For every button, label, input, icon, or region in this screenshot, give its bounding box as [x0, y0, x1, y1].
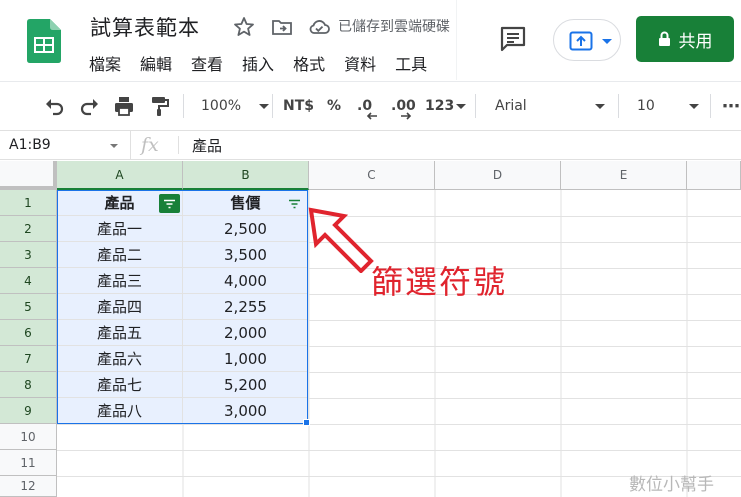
row-header-3[interactable]: 3 — [0, 242, 57, 268]
menu-tools[interactable]: 工具 — [395, 51, 427, 75]
row-header-1[interactable]: 1 — [0, 190, 57, 216]
menu-data[interactable]: 資料 — [344, 51, 376, 75]
row-header-8[interactable]: 8 — [0, 372, 57, 398]
toolbar-divider — [475, 94, 476, 118]
row-header-12[interactable]: 12 — [0, 476, 57, 497]
menu-bar: 檔案 編輯 查看 插入 格式 資料 工具 — [89, 51, 446, 75]
annotation-arrow-icon — [308, 207, 374, 273]
increase-decimal-button[interactable]: .00 — [391, 82, 416, 130]
filter-icon — [164, 199, 175, 208]
chevron-down-icon — [456, 103, 467, 109]
font-select[interactable]: Arial — [495, 82, 605, 130]
undo-icon[interactable] — [43, 95, 65, 117]
font-value: Arial — [495, 98, 527, 114]
row-header-2[interactable]: 2 — [0, 216, 57, 242]
arrow-left-icon — [366, 112, 377, 120]
formula-bar: A1:B9 fx 產品 — [0, 130, 741, 160]
filter-icon — [289, 199, 300, 208]
more-tools-button[interactable]: ⋯ — [722, 82, 740, 130]
toolbar-divider — [272, 94, 273, 118]
menu-format[interactable]: 格式 — [293, 51, 325, 75]
print-icon[interactable] — [113, 95, 135, 117]
lock-icon — [658, 31, 670, 46]
fill-handle[interactable] — [303, 419, 310, 426]
chevron-down-icon — [602, 39, 612, 44]
select-all-corner[interactable] — [0, 161, 57, 190]
spreadsheet-grid: A B C D E 1 2 3 4 5 6 7 8 9 10 11 12 產品 … — [0, 161, 741, 497]
zoom-select[interactable]: 100% — [201, 82, 270, 130]
currency-format-button[interactable]: NT$ — [283, 82, 314, 130]
decrease-decimal-button[interactable]: .0 — [357, 82, 377, 130]
row-header-10[interactable]: 10 — [0, 424, 57, 450]
row-header-9[interactable]: 9 — [0, 398, 57, 424]
move-folder-icon[interactable] — [270, 15, 294, 39]
zoom-value: 100% — [201, 98, 242, 114]
app-header: 試算表範本 已儲存到雲端硬碟 檔案 編輯 查看 插入 格式 資料 工具 共用 — [0, 0, 741, 80]
toolbar: 100% NT$ % .0 .00 123 Arial 10 ⋯ — [0, 81, 741, 130]
column-header-e[interactable]: E — [561, 161, 687, 190]
font-size-select[interactable]: 10 — [637, 82, 699, 130]
menu-edit[interactable]: 編輯 — [140, 51, 172, 75]
more-formats-label: 123 — [425, 98, 455, 114]
save-status: 已儲存到雲端硬碟 — [338, 19, 450, 35]
row-header-7[interactable]: 7 — [0, 346, 57, 372]
column-header-c[interactable]: C — [309, 161, 435, 190]
toolbar-divider — [183, 94, 184, 118]
more-formats-button[interactable]: 123 — [425, 82, 467, 130]
present-button[interactable] — [553, 19, 621, 61]
redo-icon[interactable] — [79, 95, 101, 117]
filter-button-b[interactable] — [284, 194, 305, 213]
present-icon — [569, 31, 593, 51]
toolbar-divider — [618, 94, 619, 118]
chevron-down-icon — [689, 104, 699, 109]
paint-format-icon[interactable] — [149, 95, 171, 117]
share-button[interactable]: 共用 — [636, 16, 734, 62]
chevron-down-icon — [595, 104, 605, 109]
column-header-b[interactable]: B — [183, 161, 309, 190]
fx-icon: fx — [141, 134, 159, 156]
grid-lines — [57, 190, 741, 497]
row-header-11[interactable]: 11 — [0, 450, 57, 476]
chevron-down-icon — [259, 103, 270, 109]
row-header-6[interactable]: 6 — [0, 320, 57, 346]
comment-icon[interactable] — [499, 26, 527, 52]
cloud-saved-icon — [309, 20, 330, 34]
annotation-label: 篩選符號 — [371, 263, 508, 301]
column-header-d[interactable]: D — [435, 161, 561, 190]
row-header-5[interactable]: 5 — [0, 294, 57, 320]
watermark: 數位小幫手 — [629, 475, 714, 495]
share-label: 共用 — [678, 31, 713, 52]
star-icon[interactable] — [232, 15, 256, 39]
column-header-f[interactable] — [687, 161, 741, 190]
header-divider — [456, 0, 457, 80]
menu-file[interactable]: 檔案 — [89, 51, 121, 75]
filter-button-a[interactable] — [159, 194, 180, 213]
sheets-logo-icon[interactable] — [27, 19, 61, 63]
toolbar-divider — [710, 94, 711, 118]
formula-input[interactable]: 產品 — [192, 131, 222, 159]
column-header-a[interactable]: A — [57, 161, 183, 190]
formula-divider — [178, 136, 179, 154]
arrow-right-icon — [401, 112, 412, 120]
row-header-4[interactable]: 4 — [0, 268, 57, 294]
name-box-value: A1:B9 — [9, 137, 51, 153]
menu-view[interactable]: 查看 — [191, 51, 223, 75]
name-box[interactable]: A1:B9 — [0, 131, 131, 159]
percent-format-button[interactable]: % — [327, 82, 341, 130]
chevron-down-icon — [110, 144, 118, 148]
menu-insert[interactable]: 插入 — [242, 51, 274, 75]
document-title[interactable]: 試算表範本 — [90, 12, 200, 42]
font-size-value: 10 — [637, 98, 655, 114]
